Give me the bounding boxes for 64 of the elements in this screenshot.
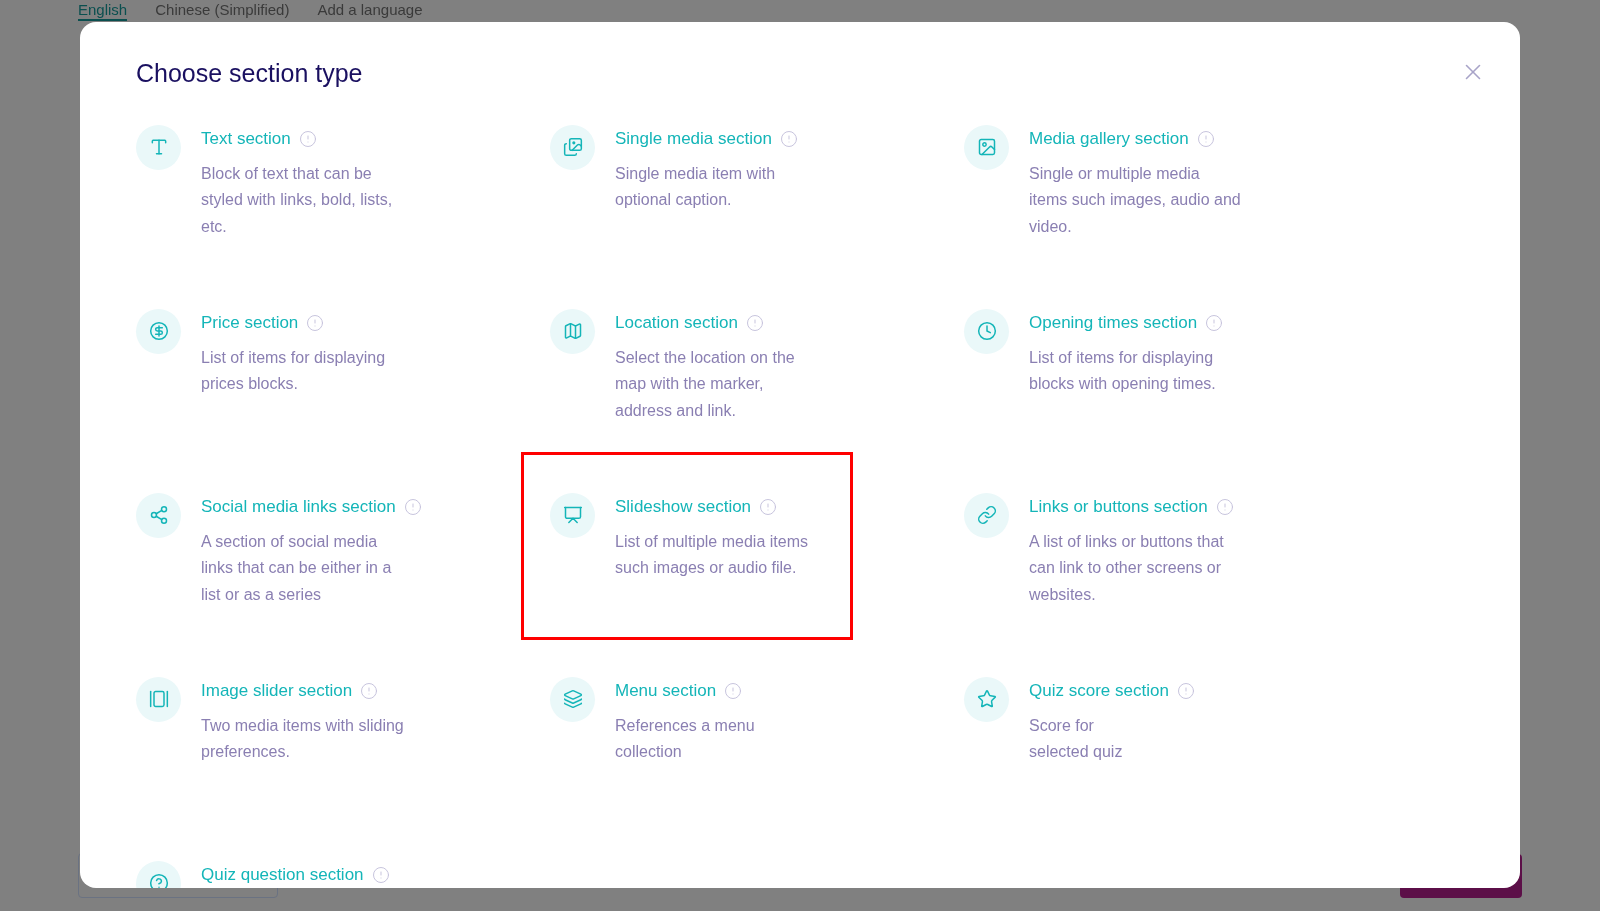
- section-title: Image slider section: [201, 679, 353, 702]
- info-icon[interactable]: [1176, 681, 1195, 700]
- section-option[interactable]: Opening times section List of items for displaying blocks with opening times.: [938, 308, 1264, 469]
- section-option[interactable]: Links or buttons section A list of links or buttons that can link to other screens or websites.: [938, 492, 1264, 653]
- section-description: Two media items with sliding preferences.: [201, 715, 404, 762]
- section-description: Select the location on the map with the marker, address and link.: [615, 347, 795, 421]
- dollar-coin-icon: [148, 321, 169, 341]
- section-description: A section of social media links that can be either in a list or as a series: [201, 531, 393, 605]
- language-tab[interactable]: Chinese (Simplified): [155, 1, 290, 21]
- map-icon: [562, 321, 583, 341]
- language-tab[interactable]: Add a language: [317, 1, 423, 21]
- dialog-title: Choose section type: [136, 58, 363, 89]
- section-option[interactable]: Image slider section Two media items with sliding preferences.: [110, 676, 436, 837]
- info-icon[interactable]: [1196, 129, 1215, 148]
- info-icon[interactable]: [371, 865, 390, 884]
- presentation-board-icon: [562, 505, 583, 525]
- section-title: Text section: [201, 127, 291, 150]
- info-icon[interactable]: [779, 129, 798, 148]
- section-option[interactable]: Menu section References a menu collection: [524, 676, 850, 837]
- section-title: Links or buttons section: [1029, 495, 1208, 518]
- info-icon[interactable]: [1205, 313, 1224, 332]
- section-option[interactable]: Media gallery section Single or multiple media items such images, audio and video.: [938, 124, 1264, 285]
- info-icon[interactable]: [298, 129, 317, 148]
- info-icon[interactable]: [759, 497, 778, 516]
- section-description: List of multiple media items such images or audio file.: [615, 531, 808, 578]
- section-description: Single media item with optional caption.: [615, 163, 777, 210]
- section-description: Block of text that can be styled with links, bold, lists, etc.: [201, 163, 393, 237]
- section-title: Social media links section: [201, 495, 396, 518]
- layers-icon: [562, 689, 583, 709]
- images-icon: [562, 137, 583, 157]
- section-title: Media gallery section: [1029, 127, 1189, 150]
- section-title: Slideshow section: [615, 495, 752, 518]
- section-title: Location section: [615, 311, 738, 334]
- section-option[interactable]: Price section List of items for displaying prices blocks.: [110, 308, 436, 469]
- section-title: Quiz score section: [1029, 679, 1169, 702]
- section-title: Menu section: [615, 679, 717, 702]
- clock-icon: [976, 321, 997, 341]
- info-icon[interactable]: [1215, 497, 1234, 516]
- section-description: References a menu collection: [615, 715, 755, 762]
- info-icon[interactable]: [306, 313, 325, 332]
- section-option[interactable]: Quiz score section Score for selected quiz: [938, 676, 1264, 837]
- info-icon[interactable]: [745, 313, 764, 332]
- section-title: Quiz question section: [201, 863, 364, 886]
- star-icon: [976, 689, 997, 709]
- link-icon: [976, 505, 997, 525]
- info-icon[interactable]: [403, 497, 422, 516]
- section-description: List of items for displaying blocks with opening times.: [1029, 347, 1217, 394]
- section-option[interactable]: Single media section Single media item with optional caption.: [524, 124, 850, 285]
- section-title: Single media section: [615, 127, 772, 150]
- section-option[interactable]: Text section Block of text that can be styled with links, bold, lists, etc.: [110, 124, 436, 285]
- section-description: A list of links or buttons that can link to other screens or websites.: [1029, 531, 1225, 605]
- section-title: Price section: [201, 311, 299, 334]
- section-description: Score for selected quiz: [1029, 715, 1124, 762]
- image-slider-icon: [148, 689, 169, 709]
- image-icon: [976, 137, 997, 157]
- share-icon: [148, 505, 169, 525]
- section-description: List of items for displaying prices blocks.: [201, 347, 386, 394]
- section-option[interactable]: Quiz question section: [110, 860, 436, 888]
- section-option[interactable]: Social media links section A section of social media links that can be either in a list or as a series: [110, 492, 436, 653]
- info-icon[interactable]: [724, 681, 743, 700]
- question-icon: [148, 873, 169, 888]
- section-title: Opening times section: [1029, 311, 1198, 334]
- section-description: Single or multiple media items such images, audio and video.: [1029, 163, 1241, 237]
- info-icon[interactable]: [360, 681, 379, 700]
